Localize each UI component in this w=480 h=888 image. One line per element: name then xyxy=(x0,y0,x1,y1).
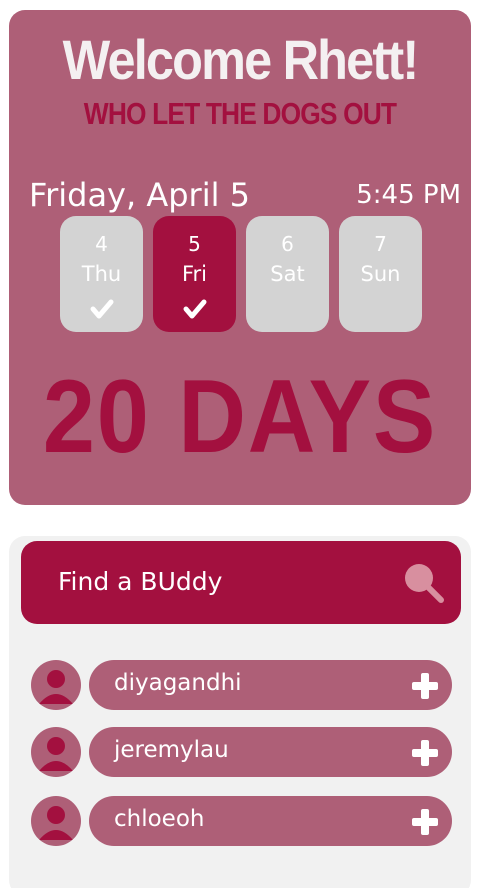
buddy-name: diyagandhi xyxy=(114,670,242,696)
add-buddy-icon[interactable] xyxy=(410,738,440,768)
welcome-title: Welcome Rhett! xyxy=(62,28,420,91)
avatar xyxy=(31,727,81,777)
user-icon xyxy=(39,670,73,704)
day-number: 7 xyxy=(374,232,387,256)
buddy-row: jeremylau xyxy=(31,727,452,777)
user-icon xyxy=(39,737,73,771)
current-date: Friday, April 5 xyxy=(29,176,250,214)
find-buddy-search[interactable]: Find a BUddy xyxy=(21,541,461,624)
day-number: 4 xyxy=(95,232,108,256)
buddy-item[interactable]: chloeoh xyxy=(89,796,452,846)
buddy-name: chloeoh xyxy=(114,806,205,832)
buddy-item[interactable]: jeremylau xyxy=(89,727,452,777)
add-buddy-icon[interactable] xyxy=(410,807,440,837)
avatar xyxy=(31,660,81,710)
day-number: 6 xyxy=(281,232,294,256)
day-sun[interactable]: 7 Sun xyxy=(339,216,422,332)
day-thu[interactable]: 4 Thu xyxy=(60,216,143,332)
search-label: Find a BUddy xyxy=(58,567,223,596)
add-buddy-icon[interactable] xyxy=(410,671,440,701)
day-name: Sun xyxy=(360,262,401,286)
user-icon xyxy=(39,806,73,840)
buddy-row: chloeoh xyxy=(31,796,452,846)
buddy-item[interactable]: diyagandhi xyxy=(89,660,452,710)
current-time: 5:45 PM xyxy=(356,180,461,210)
day-name: Thu xyxy=(81,262,122,286)
avatar xyxy=(31,796,81,846)
countdown-days: 20 DAYS xyxy=(42,359,438,475)
buddy-row: diyagandhi xyxy=(31,660,452,710)
buddy-name: jeremylau xyxy=(114,737,229,763)
day-number: 5 xyxy=(188,232,201,256)
day-name: Fri xyxy=(181,262,208,286)
check-icon xyxy=(90,299,114,319)
day-selector: 4 Thu 5 Fri 6 Sat 7 Sun xyxy=(60,216,423,332)
welcome-subtitle: WHO LET THE DOGS OUT xyxy=(83,96,397,131)
check-icon xyxy=(183,299,207,319)
day-fri[interactable]: 5 Fri xyxy=(153,216,236,332)
search-icon[interactable] xyxy=(401,560,445,604)
day-sat[interactable]: 6 Sat xyxy=(246,216,329,332)
buddy-panel: Find a BUddy diyagandhi jeremylau chloeo… xyxy=(9,536,471,888)
welcome-card: Welcome Rhett! WHO LET THE DOGS OUT Frid… xyxy=(9,10,471,505)
day-name: Sat xyxy=(270,262,305,286)
